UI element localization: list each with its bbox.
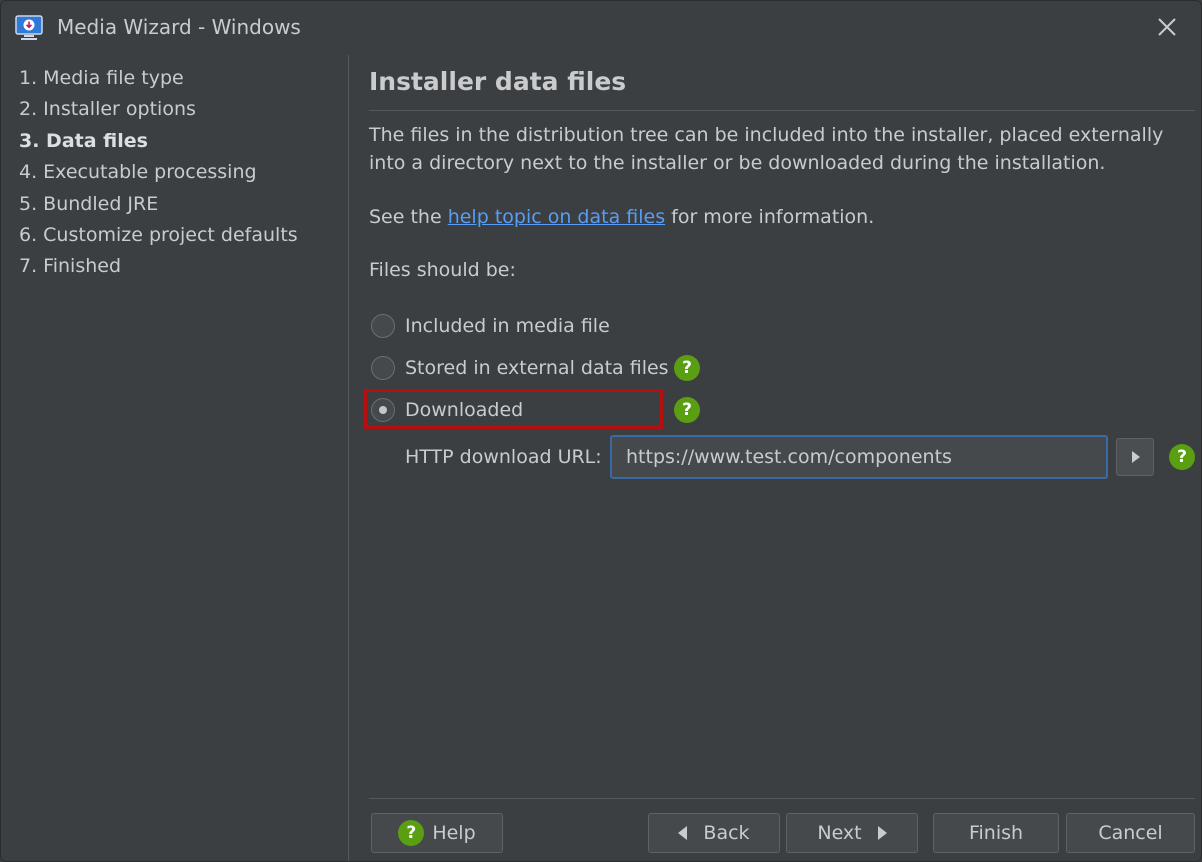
back-button[interactable]: Back <box>648 813 780 853</box>
question-icon[interactable]: ? <box>674 397 700 423</box>
monitor-download-icon <box>15 15 43 40</box>
heading-divider <box>369 110 1195 111</box>
finish-button-label: Finish <box>968 822 1024 844</box>
help-button-label: Help <box>432 822 476 844</box>
step-item[interactable]: 1. Media file type <box>19 64 298 95</box>
step-item[interactable]: 7. Finished <box>19 252 298 283</box>
radio-button[interactable] <box>371 356 395 380</box>
help-button[interactable]: ? Help <box>371 813 503 853</box>
wizard-window: Media Wizard - Windows 1. Media file typ… <box>0 0 1202 862</box>
radio-button-selected[interactable] <box>371 398 395 422</box>
next-button[interactable]: Next <box>786 813 918 853</box>
step-item[interactable]: 4. Executable processing <box>19 158 298 189</box>
wizard-steps: 1. Media file type 2. Installer options … <box>19 64 298 284</box>
radio-label[interactable]: Stored in external data files <box>405 357 669 379</box>
window-title: Media Wizard - Windows <box>57 15 301 39</box>
radio-downloaded[interactable]: Downloaded <box>371 395 523 425</box>
files-should-be-label: Files should be: <box>369 259 516 281</box>
see-also-text: See the help topic on data files for mor… <box>369 203 874 231</box>
question-icon: ? <box>398 820 425 846</box>
cancel-button-label: Cancel <box>1098 822 1163 844</box>
question-icon[interactable]: ? <box>1169 444 1195 470</box>
radio-button[interactable] <box>371 314 395 338</box>
radio-label[interactable]: Included in media file <box>405 315 610 337</box>
step-item[interactable]: 5. Bundled JRE <box>19 190 298 221</box>
question-icon[interactable]: ? <box>674 355 700 381</box>
finish-button[interactable]: Finish <box>933 813 1059 853</box>
step-item[interactable]: 2. Installer options <box>19 95 298 126</box>
help-topic-link[interactable]: help topic on data files <box>448 206 665 228</box>
radio-included[interactable]: Included in media file <box>371 311 610 341</box>
description-text: The files in the distribution tree can b… <box>369 124 1164 174</box>
see-suffix: for more information. <box>665 206 875 228</box>
radio-label[interactable]: Downloaded <box>405 399 523 421</box>
radio-external[interactable]: Stored in external data files <box>371 353 669 383</box>
see-prefix: See the <box>369 206 448 228</box>
triangle-right-icon <box>877 826 887 840</box>
footer-divider <box>369 798 1195 799</box>
url-label: HTTP download URL: <box>405 446 602 468</box>
url-action-button[interactable] <box>1116 438 1154 476</box>
sidebar-divider <box>348 55 349 861</box>
triangle-left-icon <box>678 826 688 840</box>
close-icon[interactable] <box>1151 11 1183 43</box>
step-item[interactable]: 6. Customize project defaults <box>19 221 298 252</box>
step-item-active[interactable]: 3. Data files <box>19 127 298 158</box>
cancel-button[interactable]: Cancel <box>1066 813 1195 853</box>
page-title: Installer data files <box>369 67 627 96</box>
title-bar[interactable]: Media Wizard - Windows <box>1 1 1201 55</box>
back-button-label: Back <box>703 822 750 844</box>
download-url-input[interactable] <box>610 435 1108 479</box>
next-button-label: Next <box>817 822 862 844</box>
